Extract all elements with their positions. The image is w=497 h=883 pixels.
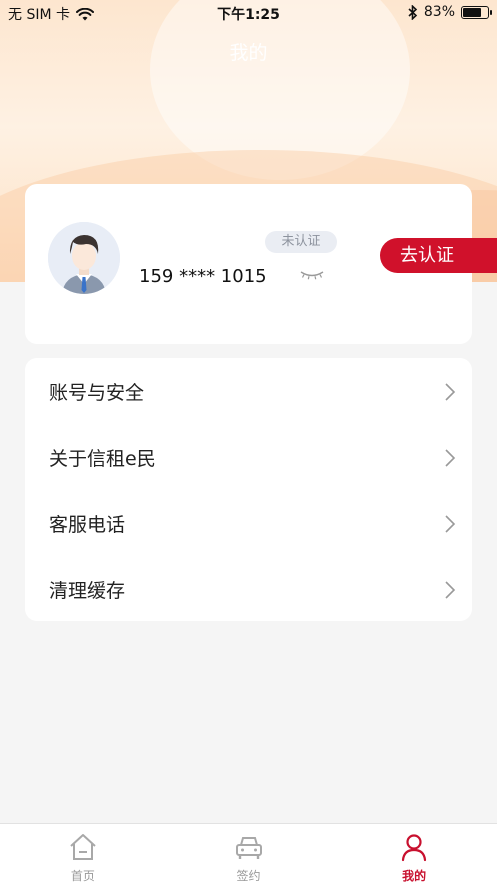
menu-item-label: 客服电话 — [49, 513, 126, 536]
chevron-right-icon — [445, 515, 456, 533]
status-bar: 无 SIM 卡 下午1:25 83% — [0, 0, 497, 26]
bluetooth-icon — [408, 4, 418, 20]
menu-item-account-security[interactable]: 账号与安全 — [25, 358, 472, 424]
tab-home[interactable]: 首页 — [0, 824, 166, 883]
home-icon — [70, 834, 96, 860]
battery-icon — [461, 5, 492, 19]
tab-sign[interactable]: 签约 — [166, 824, 332, 883]
user-avatar-icon[interactable] — [48, 222, 120, 294]
tab-mine[interactable]: 我的 — [331, 824, 497, 883]
menu-item-label: 账号与安全 — [49, 381, 145, 404]
car-icon — [235, 837, 262, 859]
tab-label: 首页 — [70, 869, 95, 883]
menu-card: 账号与安全 关于信租e民 客服电话 清理缓存 — [25, 358, 472, 621]
tab-bar: 首页 签约 我的 — [0, 823, 497, 883]
tab-label: 我的 — [402, 869, 427, 883]
tab-label: 签约 — [236, 869, 261, 883]
chevron-right-icon — [445, 581, 456, 599]
person-icon — [402, 834, 427, 862]
menu-item-label: 关于信租e民 — [49, 447, 156, 470]
eye-closed-icon[interactable] — [300, 270, 324, 280]
status-badge: 未认证 — [265, 231, 337, 253]
verify-button[interactable]: 去认证 — [380, 238, 497, 273]
menu-item-about[interactable]: 关于信租e民 — [25, 424, 472, 490]
chevron-right-icon — [445, 383, 456, 401]
menu-item-clear-cache[interactable]: 清理缓存 — [25, 556, 472, 622]
chevron-right-icon — [445, 449, 456, 467]
page-title: 我的 — [229, 42, 268, 64]
phone-number: 159 **** 1015 — [139, 266, 267, 287]
menu-item-customer-service[interactable]: 客服电话 — [25, 490, 472, 556]
menu-item-label: 清理缓存 — [49, 579, 126, 602]
battery-percent: 83% — [423, 4, 455, 20]
